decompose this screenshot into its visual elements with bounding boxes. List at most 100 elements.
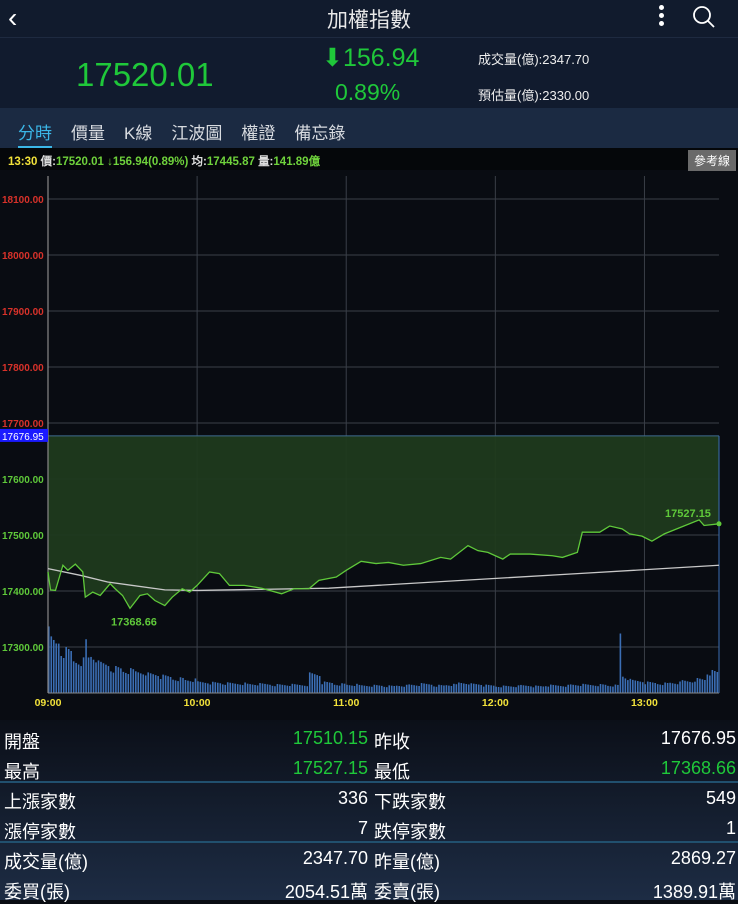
volume-bar: [274, 686, 276, 693]
volume-bar: [348, 685, 351, 693]
volume-bar: [142, 674, 145, 693]
tab-jiangbo[interactable]: 江波圖: [171, 108, 222, 148]
volume-bar: [480, 684, 483, 693]
tab-memo[interactable]: 備忘錄: [294, 108, 345, 148]
volume-bar: [577, 685, 579, 693]
stat-value: 1389.91萬: [652, 882, 736, 902]
volume-bar: [120, 668, 122, 693]
volume-bar: [303, 685, 306, 693]
volume-bar: [154, 675, 157, 693]
volume-bar: [684, 680, 686, 693]
volume-bar: [326, 682, 328, 693]
volume-bar: [301, 685, 304, 693]
volume-bar: [545, 686, 547, 693]
volume-bar: [530, 686, 532, 693]
volume-bar: [492, 685, 495, 693]
volume-bar: [711, 670, 714, 693]
volume-bar: [395, 685, 398, 693]
volume-bar: [226, 682, 229, 693]
volume-bar: [110, 671, 112, 693]
volume-bar: [229, 682, 232, 693]
reference-line-button[interactable]: 參考線: [687, 150, 736, 171]
search-icon[interactable]: [692, 5, 716, 29]
volume-bar: [60, 656, 63, 693]
volume-bar: [537, 685, 540, 693]
volume-bar: [256, 685, 259, 693]
volume-bar: [490, 685, 492, 693]
volume-bar: [184, 680, 187, 693]
stat-label: 上漲家數: [4, 792, 76, 812]
volume-bar: [445, 685, 448, 693]
y-tick-label: 18100.00: [2, 195, 44, 206]
volume-bar: [554, 685, 557, 693]
x-tick-label: 13:00: [631, 697, 658, 709]
volume-bar: [241, 685, 244, 693]
volume-bar: [112, 672, 115, 693]
volume-bar: [706, 674, 709, 693]
volume-bar: [331, 683, 333, 693]
volume-bar: [438, 684, 440, 693]
volume-bar: [443, 685, 445, 693]
volume-bar: [261, 683, 264, 693]
arrow-down-icon: ⬇: [322, 44, 343, 72]
price-change: ⬇156.94: [322, 43, 419, 73]
volume-bar: [470, 683, 473, 693]
volume-bar: [147, 672, 150, 693]
y-tick-label: 17600.00: [2, 475, 44, 486]
volume-bar: [100, 661, 102, 693]
divider: [0, 781, 738, 783]
volume-bar: [428, 684, 430, 693]
stat-value: 2869.27: [670, 848, 736, 868]
volume-bar: [291, 683, 294, 693]
last-price-dot: [716, 521, 722, 527]
volume-bar: [279, 684, 281, 693]
change-percent: 0.89%: [335, 79, 401, 105]
volume-bar: [612, 686, 614, 693]
tab-warrants[interactable]: 權證: [241, 108, 275, 148]
volume-bar: [338, 685, 341, 693]
volume-bar: [388, 685, 391, 693]
volume-bar: [405, 684, 408, 693]
change-value: 156.94: [342, 44, 420, 72]
volume-bar: [629, 678, 632, 693]
volume-bar: [505, 685, 507, 693]
tab-kline[interactable]: K線: [124, 108, 152, 148]
volume-bar: [194, 678, 197, 693]
volume-bar: [107, 666, 110, 693]
tab-price-volume[interactable]: 價量: [71, 108, 105, 148]
volume-bar: [579, 686, 582, 693]
volume-bar: [696, 678, 699, 693]
more-vertical-icon[interactable]: [654, 3, 668, 31]
volume-bar: [671, 683, 674, 693]
volume-bar: [689, 681, 691, 693]
volume-bar: [308, 672, 311, 693]
volume-bar: [415, 685, 418, 693]
volume-bar: [152, 674, 154, 693]
volume-bar: [134, 671, 137, 693]
volume-bar: [472, 683, 475, 693]
volume-bar: [162, 674, 164, 693]
volume-bar: [709, 675, 711, 693]
volume-bar: [90, 656, 92, 693]
volume-bar: [373, 684, 376, 693]
stats-row: 最高 17527.15 最低 17368.66: [0, 753, 738, 783]
stat-label: 成交量(億): [4, 852, 88, 872]
volume-bar: [714, 671, 716, 693]
volume-bar: [85, 639, 87, 693]
volume-bar: [207, 683, 209, 693]
volume-bar: [383, 686, 386, 693]
volume-bar: [296, 684, 299, 693]
volume-bar: [512, 686, 515, 693]
volume-bar: [323, 681, 326, 693]
tab-intraday[interactable]: 分時: [18, 108, 52, 148]
y-tick-label: 17300.00: [2, 643, 44, 654]
intraday-chart[interactable]: 18100.00 18000.00 17900.00 17800.00 17700.00…: [0, 170, 738, 718]
stats-row: 開盤 17510.15 昨收 17676.95: [0, 723, 738, 753]
volume-bar: [550, 684, 552, 693]
volume-bar: [127, 674, 130, 693]
stat-label: 委賣(張): [374, 882, 440, 902]
volume-bar: [622, 676, 624, 693]
stats-row: 委買(張) 2054.51萬 委賣(張) 1389.91萬: [0, 873, 738, 903]
volume-bar: [495, 686, 497, 693]
volume-bar: [527, 686, 530, 693]
